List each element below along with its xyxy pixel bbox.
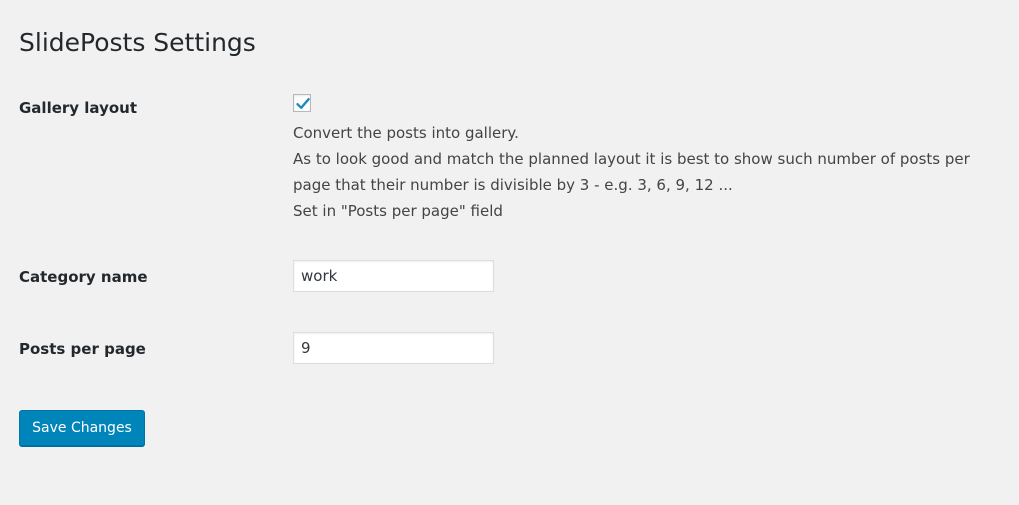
category-name-input[interactable] xyxy=(293,260,494,292)
description-line: Set in "Posts per page" field xyxy=(293,202,503,220)
posts-per-page-label: Posts per page xyxy=(19,340,146,358)
posts-per-page-input[interactable] xyxy=(293,332,494,364)
description-line: Convert the posts into gallery. xyxy=(293,124,519,142)
page-title: SlidePosts Settings xyxy=(19,28,256,57)
gallery-layout-checkbox[interactable] xyxy=(293,94,311,112)
checkmark-icon xyxy=(296,98,310,109)
description-line: As to look good and match the planned la… xyxy=(293,150,970,194)
save-changes-button[interactable]: Save Changes xyxy=(19,410,145,446)
gallery-layout-label: Gallery layout xyxy=(19,99,138,117)
settings-page: SlidePosts Settings Gallery layout Conve… xyxy=(19,0,1009,505)
category-name-label: Category name xyxy=(19,268,148,286)
gallery-layout-description: Convert the posts into gallery. As to lo… xyxy=(293,120,1009,224)
